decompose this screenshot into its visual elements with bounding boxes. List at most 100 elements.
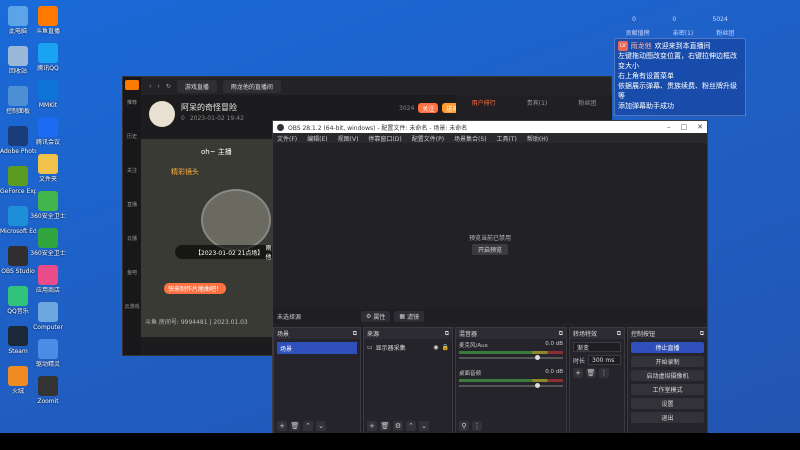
desktop-icon[interactable]: 360安全卫士 bbox=[30, 191, 66, 220]
down-icon[interactable]: ⌄ bbox=[419, 421, 429, 431]
filters-button[interactable]: ▦ 滤镜 bbox=[394, 310, 425, 322]
start-preview-button[interactable]: 开启预览 bbox=[472, 244, 508, 255]
trash-icon[interactable]: 🗑 bbox=[586, 368, 596, 378]
rank-tab-3[interactable]: 粉丝团 bbox=[578, 98, 596, 107]
tab-search[interactable]: 游戏直播 bbox=[176, 79, 217, 93]
add-icon[interactable]: + bbox=[573, 368, 583, 378]
chat-welcome-line: LV 雨龙他 欢迎来到本直播间 bbox=[618, 41, 742, 51]
dock-menu-icon[interactable]: ⧉ bbox=[617, 330, 621, 338]
dock-menu-icon[interactable]: ⧉ bbox=[353, 330, 357, 338]
control-panel-icon bbox=[8, 86, 28, 106]
lock-icon[interactable]: 🔒 bbox=[442, 344, 449, 351]
scene-item[interactable]: 场景 bbox=[277, 342, 357, 354]
maximize-icon[interactable]: □ bbox=[681, 123, 688, 131]
desktop-icon[interactable]: 腾讯QQ bbox=[30, 43, 66, 72]
douyu-nav-item[interactable]: 关注 bbox=[123, 167, 141, 174]
mixer-footer: ⚲ ⋮ bbox=[459, 421, 482, 431]
video-user: 精彩镜头 bbox=[171, 168, 199, 176]
desktop-icon[interactable]: 文件夹 bbox=[30, 154, 66, 183]
follow-button[interactable]: 关注 bbox=[418, 103, 439, 113]
menu-item[interactable]: 视图(V) bbox=[338, 134, 359, 143]
stat-1: 0 bbox=[632, 15, 636, 23]
obs-titlebar: OBS 28.1.2 (64-bit, windows) - 配置文件: 未命名… bbox=[273, 121, 707, 133]
menu-item[interactable]: 停靠窗口(D) bbox=[368, 134, 401, 143]
chat-line: 左键拖动图改变位置，右键拉伸边框改变大小 bbox=[618, 52, 737, 70]
duration-label: 时长 bbox=[573, 357, 586, 365]
desktop-icon[interactable]: 驱动精灵 bbox=[30, 339, 66, 368]
mixer-header: 混音器 ⧉ bbox=[456, 328, 566, 339]
douyu-nav-item[interactable]: 鱼吧 bbox=[123, 269, 141, 276]
obs-logo-icon bbox=[277, 123, 284, 131]
volume-meter bbox=[459, 351, 563, 354]
douyu-logo bbox=[125, 80, 139, 90]
360-plus-icon bbox=[38, 228, 58, 248]
forward-icon[interactable]: › bbox=[157, 83, 159, 90]
douyu-nav-item[interactable]: 直播 bbox=[123, 201, 141, 208]
add-icon[interactable]: + bbox=[277, 421, 287, 431]
rank-tab-2[interactable]: 贵宾(1) bbox=[527, 98, 548, 107]
chat-tab-3[interactable]: 粉丝团 bbox=[716, 28, 734, 37]
minimize-icon[interactable]: – bbox=[667, 123, 671, 131]
properties-button[interactable]: ⚙ 属性 bbox=[361, 310, 391, 322]
virtual-camera-button[interactable]: 启动虚拟摄像机 bbox=[631, 370, 704, 381]
up-icon[interactable]: ⌃ bbox=[303, 421, 313, 431]
desktop-icon[interactable]: Computer bbox=[30, 302, 66, 331]
close-icon[interactable]: ✕ bbox=[697, 123, 703, 131]
scenes-title: 场景 bbox=[277, 331, 290, 338]
start-recording-button[interactable]: 开始录制 bbox=[631, 356, 704, 367]
chat-tab-1[interactable]: 贡献值榜 bbox=[626, 28, 650, 37]
volume-slider[interactable] bbox=[459, 355, 563, 360]
obs-preview[interactable]: 预览当前已禁用 开启预览 bbox=[273, 143, 707, 329]
douyu-nav-item[interactable]: 推荐 bbox=[123, 99, 141, 106]
douyu-nav-item[interactable]: 云游戏 bbox=[123, 303, 141, 310]
douyu-nav-item[interactable]: 云播 bbox=[123, 235, 141, 242]
transition-select[interactable]: 渐变 bbox=[573, 342, 621, 352]
menu-item[interactable]: 工具(T) bbox=[497, 134, 517, 143]
video-message-text: 【2023-01-02 21点场】 bbox=[195, 249, 264, 257]
eye-icon[interactable]: ◉ bbox=[433, 344, 438, 351]
trash-icon[interactable]: 🗑 bbox=[290, 421, 300, 431]
more-icon[interactable]: ⋮ bbox=[472, 421, 482, 431]
dock-menu-icon[interactable]: ⧉ bbox=[700, 330, 704, 338]
desktop-icon[interactable]: 斗鱼直播 bbox=[30, 6, 66, 35]
menu-item[interactable]: 配置文件(P) bbox=[412, 134, 444, 143]
exit-button[interactable]: 退出 bbox=[631, 412, 704, 423]
desktop-icon-label: 应用商店 bbox=[35, 287, 60, 294]
tab-room[interactable]: 雨龙他的直播间 bbox=[222, 79, 281, 93]
menu-item[interactable]: 帮助(H) bbox=[527, 134, 548, 143]
douyu-nav-item[interactable]: 历史 bbox=[123, 133, 141, 140]
menu-item[interactable]: 文件(F) bbox=[277, 134, 297, 143]
link-icon[interactable]: ⚲ bbox=[459, 421, 469, 431]
back-icon[interactable]: ‹ bbox=[149, 83, 151, 90]
volume-slider[interactable] bbox=[459, 383, 563, 388]
trash-icon[interactable]: 🗑 bbox=[380, 421, 390, 431]
duration-input[interactable]: 300 ms bbox=[588, 355, 621, 365]
rank-tab-1[interactable]: 用户排行 bbox=[472, 98, 496, 107]
avatar[interactable] bbox=[149, 101, 175, 127]
desktop-icon[interactable]: 360安全卫士 bbox=[30, 228, 66, 257]
chat-tab-2[interactable]: 亲密(1) bbox=[673, 28, 694, 37]
stop-streaming-button[interactable]: 停止直播 bbox=[631, 342, 704, 353]
dock-menu-icon[interactable]: ⧉ bbox=[559, 330, 563, 338]
down-icon[interactable]: ⌄ bbox=[316, 421, 326, 431]
desktop-icon[interactable]: MMKit bbox=[30, 80, 66, 109]
menu-item[interactable]: 编辑(E) bbox=[307, 134, 327, 143]
gear-icon[interactable]: ⚙ bbox=[393, 421, 403, 431]
monitor-icon: ▭ bbox=[367, 343, 373, 351]
up-icon[interactable]: ⌃ bbox=[406, 421, 416, 431]
add-icon[interactable]: + bbox=[367, 421, 377, 431]
studio-mode-button[interactable]: 工作室模式 bbox=[631, 384, 704, 395]
scope-icon bbox=[201, 189, 271, 251]
desktop-icon-label: MMKit bbox=[38, 102, 58, 109]
settings-button[interactable]: 设置 bbox=[631, 398, 704, 409]
desktop-icon[interactable]: 腾讯会议 bbox=[30, 117, 66, 146]
promo-banner[interactable]: 快来制作片尾曲吧！ bbox=[164, 283, 227, 294]
desktop-icon[interactable]: 应用商店 bbox=[30, 265, 66, 294]
menu-item[interactable]: 场景集合(S) bbox=[454, 134, 487, 143]
refresh-icon[interactable]: ↻ bbox=[166, 83, 171, 90]
more-icon[interactable]: ⋮ bbox=[599, 368, 609, 378]
source-item[interactable]: ▭ 显示器采集 ◉ 🔒 bbox=[367, 342, 449, 352]
desktop-icon-label: 文件夹 bbox=[38, 176, 57, 183]
desktop-icon[interactable]: Zoomit bbox=[30, 376, 66, 405]
dock-menu-icon[interactable]: ⧉ bbox=[445, 330, 449, 338]
